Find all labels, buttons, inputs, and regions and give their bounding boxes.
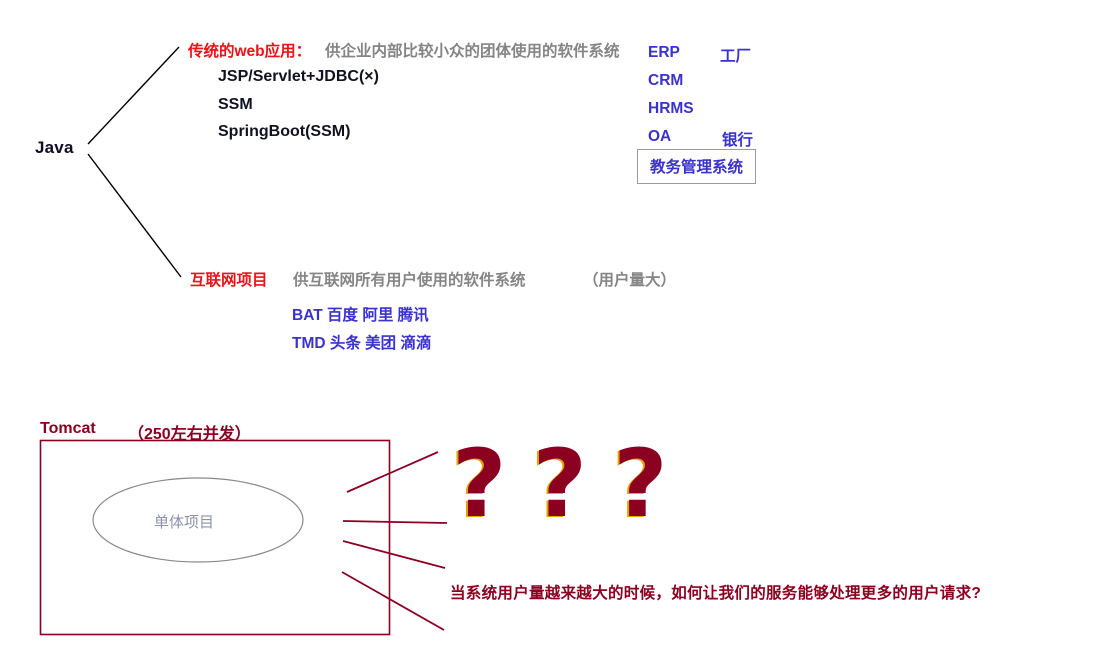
branch-title-internet: 互联网项目 — [190, 272, 268, 289]
branch-line-traditional — [87, 46, 180, 145]
system-abbr-hrms: HRMS — [648, 100, 694, 117]
request-line-2 — [342, 520, 448, 524]
stack-item-1: SSM — [218, 96, 253, 113]
branch-description-traditional: 供企业内部比较小众的团体使用的软件系统 — [325, 43, 620, 60]
stack-item-2: SpringBoot(SSM) — [218, 123, 351, 140]
branch-note-internet: （用户量大） — [583, 272, 677, 289]
boxed-system-container: 教务管理系统 — [637, 149, 757, 184]
branch-line-internet — [87, 153, 182, 278]
stack-item-0: JSP/Servlet+JDBC(×) — [218, 68, 379, 85]
question-mark-1: ? — [452, 430, 507, 539]
question-marks-group: ??? — [452, 438, 694, 532]
system-abbr-oa: OA — [648, 128, 672, 145]
branch-title-traditional: 传统的web应用： — [188, 43, 312, 60]
question-mark-2: ? — [532, 430, 588, 539]
monolith-node-label: 单体项目 — [154, 514, 215, 531]
company-group-bat: BAT 百度 阿里 腾讯 — [292, 307, 429, 324]
tomcat-container-box — [39, 439, 391, 636]
company-group-tmd: TMD 头条 美团 滴滴 — [292, 335, 432, 352]
request-line-4 — [341, 571, 445, 631]
system-abbr-erp: ERP — [648, 44, 680, 61]
server-label-tomcat: Tomcat — [40, 420, 96, 437]
system-abbr-crm: CRM — [648, 72, 684, 89]
request-line-3 — [342, 540, 446, 569]
branch-description-internet: 供互联网所有用户使用的软件系统 — [293, 272, 526, 289]
system-example-erp: 工厂 — [720, 48, 752, 65]
boxed-system-label: 教务管理系统 — [650, 159, 744, 176]
question-mark-3: ? — [613, 430, 668, 539]
request-line-1 — [346, 451, 439, 493]
diagram-vector-layer — [39, 46, 448, 636]
server-capacity-note: （250左右并发） — [128, 426, 251, 443]
system-example-oa: 银行 — [722, 132, 754, 149]
scaling-question-text: 当系统用户量越来越大的时候，如何让我们的服务能够处理更多的用户请求? — [450, 585, 982, 602]
root-node-java: Java — [35, 138, 74, 157]
